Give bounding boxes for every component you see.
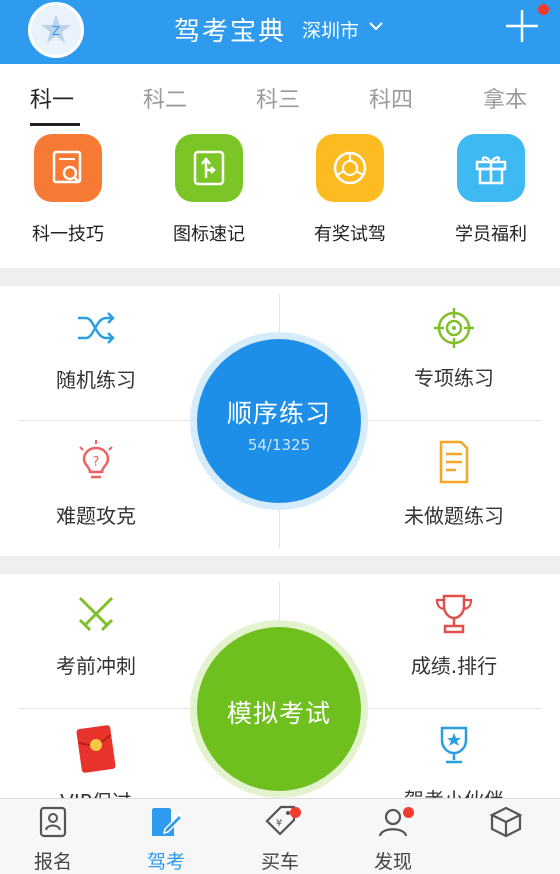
random-practice[interactable]: 随机练习 [6,308,186,393]
quick-entry-label: 科一技巧 [32,224,104,245]
exam-section: 考前冲刺 成绩.排行 VIP保过 驾考小伙伴 模拟考试 [0,574,560,798]
tab-label: 报名 [33,851,72,873]
quick-entry-test-drive[interactable]: 有奖试驾 [295,134,405,246]
cell-label: 专项练习 [414,366,494,390]
practice-progress: 54/1325 [247,436,311,454]
cell-label: 成绩.排行 [410,654,498,678]
notification-dot [290,807,301,818]
quick-entry-label: 学员福利 [455,224,527,245]
quick-entries: 科一技巧 图标速记 有奖试驾 学员福利 [0,128,560,268]
quick-icon-tile [34,134,102,202]
app-title: 驾考宝典 [174,17,287,47]
quick-icon-tile [316,134,384,202]
red-envelope-icon [76,725,116,773]
gift-icon [475,156,507,185]
shuffle-icon [78,312,115,344]
city-selector[interactable]: 深圳市 [302,16,359,43]
topic-practice[interactable]: 专项练习 [364,306,544,391]
tab-license[interactable]: 拿本 [483,82,527,114]
vip-pass[interactable]: VIP保过 [6,724,186,798]
quick-icon-tile [175,134,243,202]
box-icon [489,806,523,838]
unanswered-practice[interactable]: 未做题练习 [364,438,544,529]
cell-label: 未做题练习 [404,504,504,528]
add-icon[interactable] [504,6,540,46]
practice-section: 随机练习 专项练习 ? 难题攻克 未做题练习 顺序练习 54/1325 [0,286,560,556]
id-card-icon [39,806,67,838]
app-header: Z 驾考宝典 深圳市 [0,0,560,64]
cell-label: 难题攻克 [56,504,136,528]
edit-icon [152,808,183,836]
subject-tabs: 科一 科二 科三 科四 拿本 [0,64,560,128]
svg-text:Z: Z [52,24,60,38]
tab-subject-3[interactable]: 科三 [256,82,300,114]
cell-label: 随机练习 [56,368,136,392]
steering-wheel-icon [333,151,367,185]
road-sign-icon [193,150,225,186]
tab-driving-test[interactable]: 驾考 [126,805,206,874]
hard-questions[interactable]: ? 难题攻克 [6,438,186,529]
crossed-swords-icon [78,596,114,632]
notification-dot [403,807,414,818]
svg-text:?: ? [93,455,100,470]
logo-icon: Z [41,15,71,43]
tab-label: 驾考 [146,851,185,873]
medal-cup-icon [440,726,468,764]
tab-enroll[interactable]: 报名 [13,805,93,874]
sequential-practice-button[interactable]: 顺序练习 54/1325 [190,332,368,510]
quick-entry-benefits[interactable]: 学员福利 [436,134,546,246]
avatar[interactable]: Z [28,2,84,58]
quick-entry-signs[interactable]: 图标速记 [154,134,264,246]
tab-buy-car[interactable]: ¥ 买车 [240,805,320,874]
cell-label: VIP保过 [6,786,186,798]
sequential-practice-title: 顺序练习 [226,399,331,428]
tab-label: 买车 [260,851,299,873]
quick-entry-label: 图标速记 [173,224,245,245]
quick-icon-tile [457,134,525,202]
mock-exam-button[interactable]: 模拟考试 [190,620,368,798]
svg-text:¥: ¥ [276,818,282,829]
driving-buddies[interactable]: 驾考小伙伴 [364,724,544,798]
quick-entry-tips[interactable]: 科一技巧 [13,134,123,246]
quick-entry-label: 有奖试驾 [314,224,386,245]
certificate-search-icon [52,150,82,184]
tab-subject-1[interactable]: 科一 [30,82,74,114]
notification-dot [538,4,549,15]
bottom-tab-bar: 报名 驾考 ¥ 买车 发现 [0,798,560,874]
tab-label: 发现 [373,851,412,873]
tab-more[interactable] [466,805,546,847]
cell-label: 考前冲刺 [56,654,136,678]
tab-discover[interactable]: 发现 [353,805,433,874]
document-icon [439,440,469,484]
target-icon [434,308,474,348]
scores-ranking[interactable]: 成绩.排行 [364,592,544,679]
tab-subject-2[interactable]: 科二 [143,82,187,114]
chevron-down-icon[interactable] [368,20,384,32]
cell-label: 驾考小伙伴 [364,784,544,798]
lightbulb-icon: ? [79,440,113,479]
pre-exam-sprint[interactable]: 考前冲刺 [6,592,186,679]
tab-subject-4[interactable]: 科四 [369,82,413,114]
trophy-icon [435,594,473,634]
mock-exam-title: 模拟考试 [226,699,331,728]
active-tab-indicator [30,123,80,126]
